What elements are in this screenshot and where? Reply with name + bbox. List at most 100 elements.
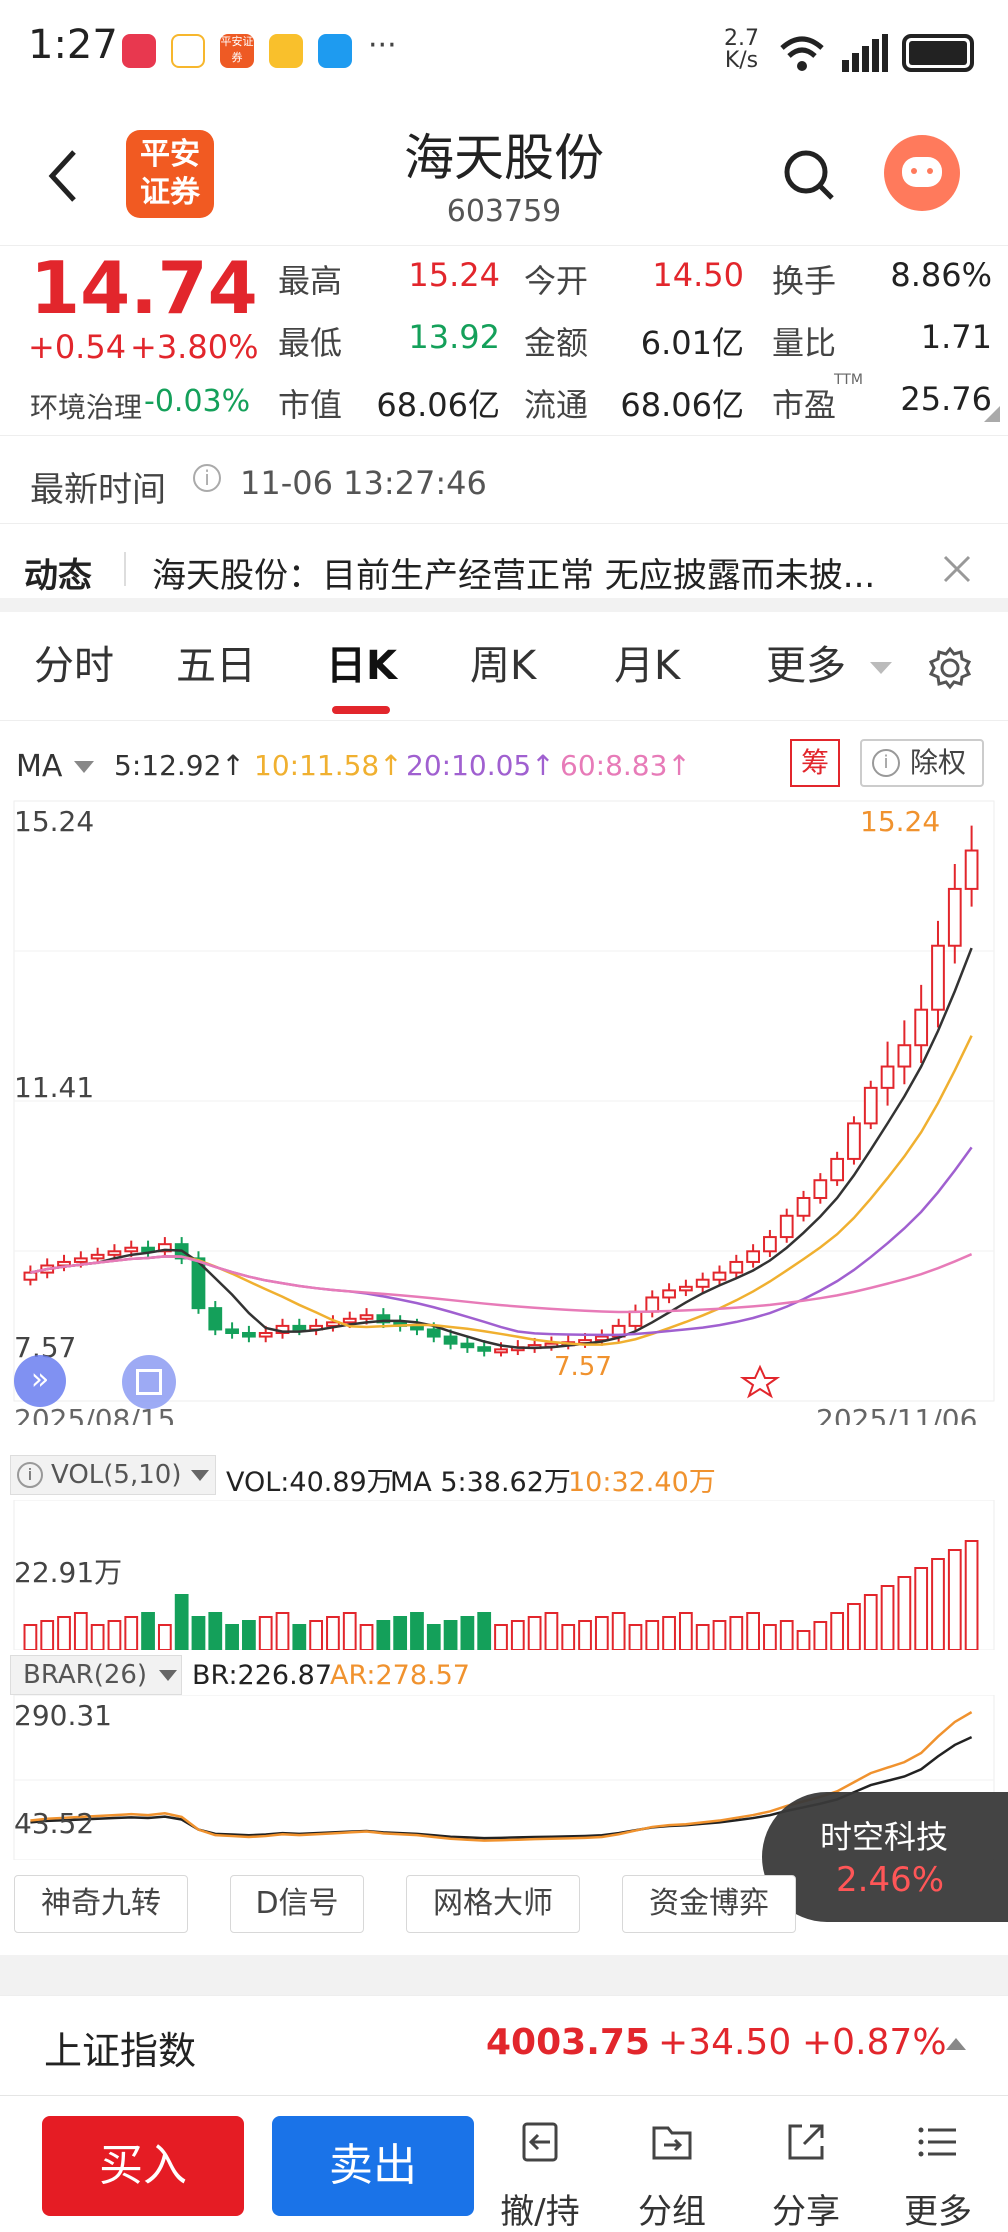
quote-col-1: 最高 15.24 最低 13.92 市值 68.06亿 <box>278 256 500 442</box>
fullscreen-icon[interactable] <box>122 1355 176 1409</box>
candle-body <box>628 1310 643 1327</box>
vol-indicator-selector[interactable]: i VOL(5,10) <box>10 1455 216 1495</box>
tool-button-fund-game[interactable]: 资金博弈 <box>622 1875 796 1933</box>
quote-value: 6.01亿 <box>640 324 744 362</box>
quote-row: 流通 68.06亿 <box>524 380 744 442</box>
floating-stock-card[interactable]: 时空科技 2.46% <box>762 1792 1008 1922</box>
price-change: +0.54 <box>28 328 127 366</box>
quote-label: 今开 <box>524 262 589 300</box>
ma-dropdown-icon[interactable] <box>74 761 94 773</box>
volume-bar <box>292 1624 307 1650</box>
expand-left-icon[interactable]: » <box>14 1355 66 1407</box>
kline-date-end: 2025/11/06 <box>816 1403 977 1425</box>
index-bar[interactable]: 上证指数 4003.75 +34.50 +0.87% <box>0 1995 1008 2095</box>
quote-row: 量比 1.71 <box>772 318 992 380</box>
share-tool[interactable]: 分享 <box>746 2118 866 2232</box>
brar-indicator-selector[interactable]: BRAR(26) <box>10 1655 182 1695</box>
volume-bar <box>309 1620 324 1650</box>
tab-more[interactable]: 更多 <box>766 610 846 722</box>
share-label: 分享 <box>772 2192 840 2232</box>
volume-bar <box>510 1620 525 1650</box>
candle-body <box>662 1289 676 1299</box>
tab-wuri[interactable]: 五日 <box>176 610 256 722</box>
assistant-avatar[interactable] <box>884 135 960 211</box>
sell-button[interactable]: 卖出 <box>272 2116 474 2216</box>
news-divider <box>124 552 126 586</box>
candle-body <box>863 1086 878 1125</box>
stock-code: 603759 <box>446 194 562 229</box>
settings-gear-icon[interactable] <box>928 646 972 690</box>
candle-body <box>897 1044 912 1068</box>
chip-distribution-button[interactable]: 筹 <box>790 739 840 787</box>
quote-row: 市值 68.06亿 <box>278 380 500 442</box>
volume-bar <box>695 1624 710 1650</box>
candle-body <box>779 1214 794 1239</box>
volume-bar <box>57 1616 71 1650</box>
volume-bar <box>258 1616 273 1650</box>
volume-bar <box>561 1624 576 1650</box>
kline-y-mid: 11.41 <box>14 1071 94 1104</box>
volume-bar <box>191 1616 206 1650</box>
volume-bar <box>107 1620 122 1650</box>
tool-button-magic-nine[interactable]: 神奇九转 <box>14 1875 188 1933</box>
adjust-right-button[interactable]: i 除权 <box>860 739 984 787</box>
tool-button-grid-master[interactable]: 网格大师 <box>406 1875 580 1933</box>
bottom-toolbar: 买入 卖出 撤/持 分组 分享 更多 <box>0 2095 1008 2232</box>
period-tabs: 分时 五日 日K 周K 月K 更多 <box>0 610 1008 722</box>
sector-label[interactable]: 环境治理 <box>30 386 142 426</box>
update-row: 最新时间 i 11-06 13:27:46 <box>0 435 1008 523</box>
candle-body <box>729 1260 744 1274</box>
candle-body <box>242 1331 256 1338</box>
cancel-hold-tool[interactable]: 撤/持 <box>480 2118 600 2232</box>
tool-button-d-signal[interactable]: D信号 <box>230 1875 364 1933</box>
candle-body <box>746 1250 760 1263</box>
brar-br: BR:226.87 <box>192 1660 333 1691</box>
volume-chart[interactable]: 22.91万 <box>0 1500 1008 1650</box>
battery-icon <box>902 34 974 72</box>
quote-value: 14.50 <box>652 256 744 294</box>
volume-bar <box>90 1624 105 1650</box>
update-time: 11-06 13:27:46 <box>240 464 487 502</box>
chevron-down-icon <box>191 1470 209 1481</box>
quote-value: 68.06亿 <box>376 386 500 424</box>
candle-body <box>645 1296 660 1313</box>
chevron-up-icon[interactable] <box>946 2038 966 2050</box>
volume-bar <box>779 1620 794 1650</box>
quote-value: 8.86% <box>890 256 992 294</box>
tab-monthly-k[interactable]: 月K <box>614 610 680 722</box>
candle-body <box>494 1348 508 1354</box>
volume-bar <box>964 1540 979 1650</box>
tab-weekly-k[interactable]: 周K <box>470 610 536 722</box>
buy-button[interactable]: 买入 <box>42 2116 244 2216</box>
tab-fenshi[interactable]: 分时 <box>34 610 114 722</box>
info-icon: i <box>17 1462 43 1488</box>
close-icon[interactable] <box>942 554 972 584</box>
group-tool[interactable]: 分组 <box>612 2118 732 2232</box>
news-text[interactable]: 海天股份：目前生产经营正常 无应披露而未披... <box>152 548 932 597</box>
index-change: +34.50 <box>658 2022 792 2063</box>
expand-corner-icon[interactable] <box>984 406 1000 422</box>
stock-header: 平安 证券 海天股份 603759 <box>0 110 1008 245</box>
volume-bar <box>174 1594 189 1650</box>
volume-bar <box>359 1624 374 1650</box>
candle-body <box>359 1314 374 1320</box>
candle-body <box>763 1236 777 1253</box>
quote-label: 最高 <box>278 262 343 300</box>
weibo-app-icon <box>269 34 303 68</box>
candle-body <box>342 1317 357 1324</box>
quote-row: 金额 6.01亿 <box>524 318 744 380</box>
kline-chart[interactable]: 15.24 11.41 7.57 15.24 7.57 2025/08/15 2… <box>0 795 1008 1425</box>
quote-value: 15.24 <box>408 256 500 294</box>
vol-value: VOL:40.89万 <box>226 1467 394 1498</box>
volume-bar <box>40 1620 55 1650</box>
candle-body <box>695 1278 710 1288</box>
quote-label: 市盈 <box>772 386 837 424</box>
more-notifications-icon: ··· <box>368 28 397 63</box>
more-tool[interactable]: 更多 <box>878 2118 998 2232</box>
search-icon[interactable] <box>784 148 836 204</box>
volume-bar <box>914 1567 929 1650</box>
volume-bar <box>863 1594 878 1650</box>
info-icon[interactable]: i <box>193 464 221 492</box>
ma-label[interactable]: MA <box>16 749 62 784</box>
tab-border <box>0 720 1008 721</box>
